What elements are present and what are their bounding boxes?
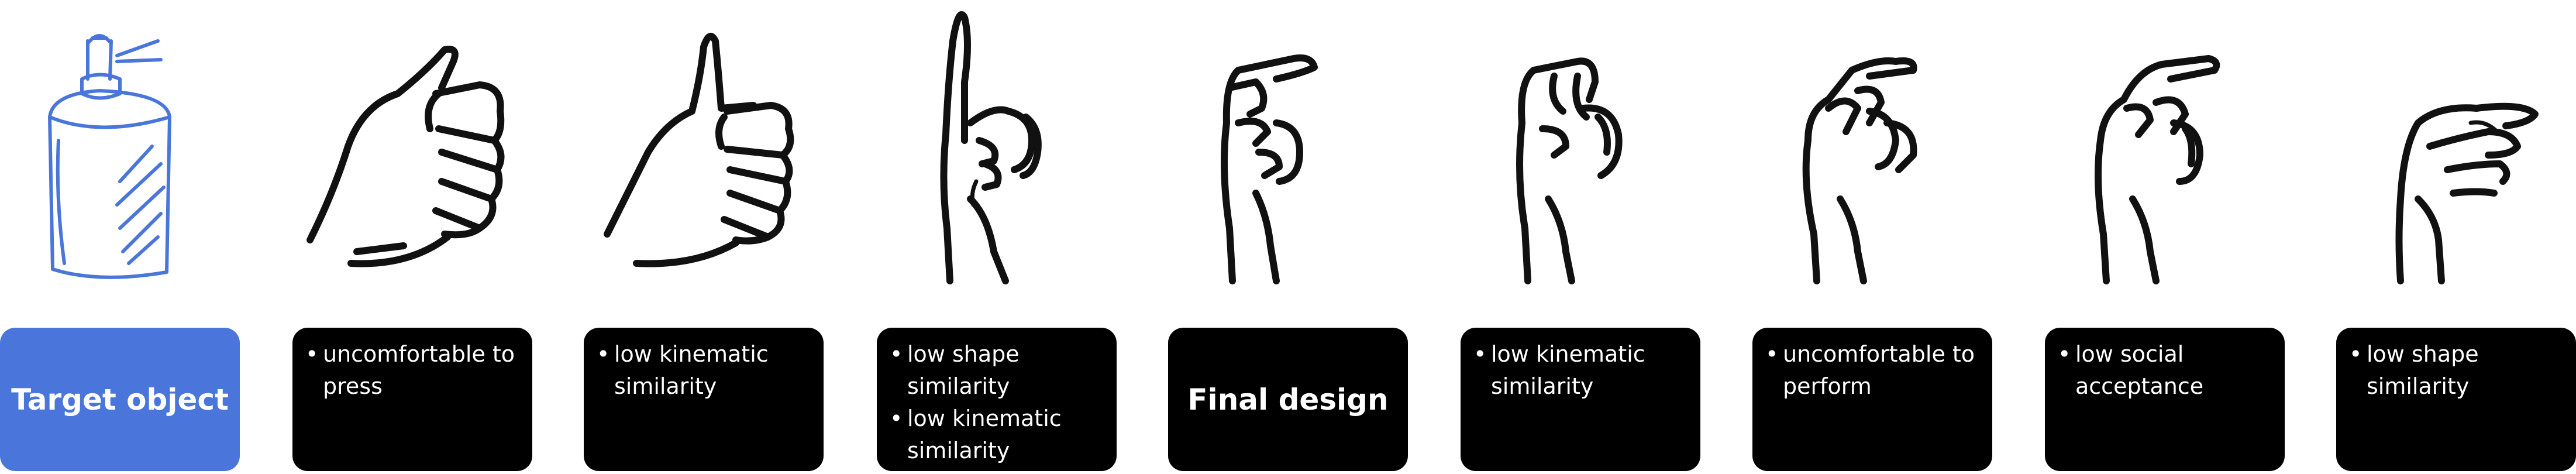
column-1: uncomfortable to press [292,0,532,474]
bullet-item: uncomfortable to press [305,338,524,403]
pinch-hand-icon [2336,6,2576,290]
hook-index-hand-icon [1461,6,1700,290]
final-design-card: Final design [1168,328,1408,471]
column-6: uncomfortable to perform [1752,0,1992,474]
column-final: Final design [1168,0,1408,474]
hook-index-hand-icon [2045,6,2285,290]
bullet-item: low kinematic similarity [597,338,815,403]
feedback-card: uncomfortable to perform [1752,328,1992,471]
bullet-item: low social acceptance [2058,338,2277,403]
column-7: low social acceptance [2045,0,2285,474]
bullet-item: low shape similarity [890,338,1108,403]
target-object-card: Target object [0,328,240,471]
bullet-list: low kinematic similarity [1461,328,1700,403]
feedback-card: uncomfortable to press [292,328,532,471]
bullet-list: low kinematic similarity [584,328,824,403]
column-8: low shape similarity [2336,0,2576,474]
pointing-finger-hand-icon [877,6,1117,290]
hook-index-hand-icon [1168,6,1408,290]
bullet-item: low kinematic similarity [890,403,1108,467]
bullet-item: low kinematic similarity [1473,338,1692,403]
spray-can-icon [0,6,240,290]
gesture-design-row: Target object uncomfortable to press [0,0,2576,474]
card-title: Final design [1187,382,1389,417]
feedback-card: low shape similarity low kinematic simil… [877,328,1117,471]
hook-index-hand-icon [1752,6,1992,290]
bullet-list: low shape similarity [2336,328,2576,403]
bullet-list: uncomfortable to perform [1752,328,1992,403]
thumbs-up-hand-icon [292,6,532,290]
feedback-card: low kinematic similarity [584,328,824,471]
feedback-card: low kinematic similarity [1461,328,1700,471]
bullet-list: uncomfortable to press [292,328,532,403]
thumbs-up-hand-icon [584,6,824,290]
feedback-card: low social acceptance [2045,328,2285,471]
bullet-item: uncomfortable to perform [1765,338,1984,403]
bullet-list: low shape similarity low kinematic simil… [877,328,1117,467]
column-3: low shape similarity low kinematic simil… [877,0,1117,474]
column-target: Target object [0,0,240,474]
card-title: Target object [11,382,229,417]
bullet-list: low social acceptance [2045,328,2285,403]
column-5: low kinematic similarity [1461,0,1700,474]
bullet-item: low shape similarity [2349,338,2568,403]
column-2: low kinematic similarity [584,0,824,474]
feedback-card: low shape similarity [2336,328,2576,471]
